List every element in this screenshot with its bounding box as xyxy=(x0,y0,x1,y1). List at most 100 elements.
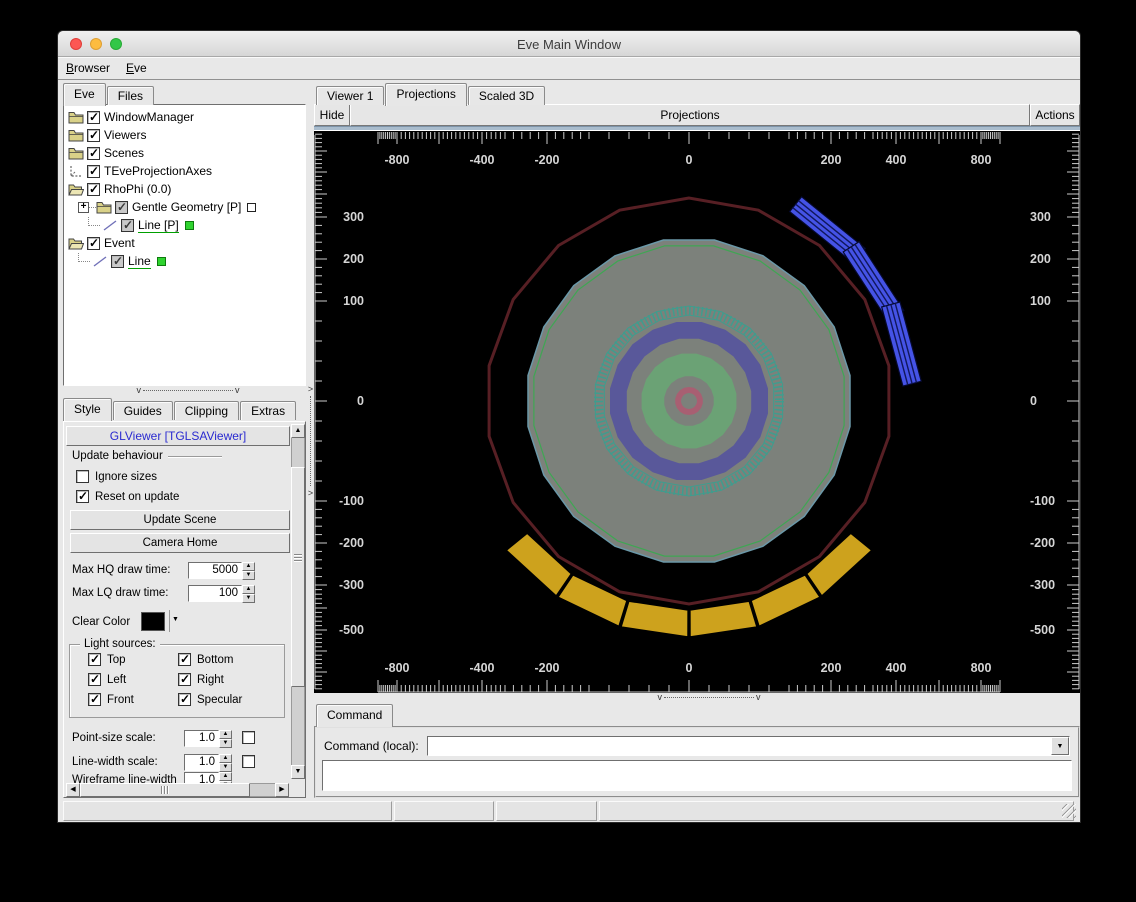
scroll-up-icon[interactable]: ▲ xyxy=(291,424,305,438)
projections-toolbar: Hide Projections Actions xyxy=(314,104,1080,126)
spin-down-icon[interactable]: ▼ xyxy=(219,763,232,772)
color-dropdown-icon[interactable]: ▼ xyxy=(172,616,179,623)
thumb-grip xyxy=(294,557,302,558)
light-source-top[interactable]: Top xyxy=(88,653,126,666)
reset-on-update-checkbox[interactable] xyxy=(76,490,89,503)
spin-up-icon[interactable]: ▲ xyxy=(219,730,232,739)
scrollbar-thumb[interactable] xyxy=(80,783,250,797)
expander-plus-icon[interactable]: + xyxy=(78,202,89,213)
spin-down-icon[interactable]: ▼ xyxy=(219,739,232,748)
menu-item-browser[interactable]: Browser xyxy=(58,57,118,79)
vertical-splitter[interactable]: >> xyxy=(307,83,314,798)
top-checkbox[interactable] xyxy=(88,653,101,666)
tree-checkbox[interactable] xyxy=(87,111,100,124)
clear-color-swatch[interactable] xyxy=(141,612,165,631)
horizontal-splitter[interactable]: vv xyxy=(654,692,764,702)
ignore-sizes-checkbox[interactable] xyxy=(76,470,89,483)
tab-scaled-3d[interactable]: Scaled 3D xyxy=(468,86,545,105)
command-combobox[interactable]: ▼ xyxy=(427,736,1070,756)
divider xyxy=(169,610,170,632)
tab-style[interactable]: Style xyxy=(63,398,112,421)
tab-eve[interactable]: Eve xyxy=(63,83,106,106)
right-checkbox[interactable] xyxy=(178,673,191,686)
point-size-scale-extra-checkbox[interactable] xyxy=(242,731,255,744)
tree-item-viewers[interactable]: Viewers xyxy=(64,126,305,144)
menu-item-eve[interactable]: Eve xyxy=(118,57,155,79)
tree-item-gentle-geometry-p[interactable]: +Gentle Geometry [P] xyxy=(64,198,305,216)
left-panel: EveFiles WindowManagerViewersScenesTEveP… xyxy=(63,83,306,798)
spin-up-icon[interactable]: ▲ xyxy=(242,585,255,594)
tab-guides[interactable]: Guides xyxy=(113,401,173,420)
checkbox-row-reset-on-update[interactable]: Reset on update xyxy=(76,490,179,503)
tree-checkbox[interactable] xyxy=(115,201,128,214)
tree-item-rhophi-0-0[interactable]: RhoPhi (0.0) xyxy=(64,180,305,198)
tree-item-label: Line xyxy=(128,254,151,269)
tree-checkbox[interactable] xyxy=(87,237,100,250)
tree-checkbox[interactable] xyxy=(87,147,100,160)
hide-button[interactable]: Hide xyxy=(314,104,350,126)
green-square-icon xyxy=(185,221,194,230)
left-checkbox[interactable] xyxy=(88,673,101,686)
update-scene-button[interactable]: Update Scene xyxy=(70,510,290,530)
spin-down-icon[interactable]: ▼ xyxy=(242,571,255,580)
spin-up-icon[interactable]: ▲ xyxy=(242,562,255,571)
tree-checkbox[interactable] xyxy=(87,183,100,196)
tab-extras[interactable]: Extras xyxy=(240,401,296,420)
actions-button[interactable]: Actions xyxy=(1030,104,1080,126)
tree-checkbox[interactable] xyxy=(111,255,124,268)
front-checkbox[interactable] xyxy=(88,693,101,706)
scroll-down-icon[interactable]: ▼ xyxy=(291,765,305,779)
light-source-specular[interactable]: Specular xyxy=(178,693,242,706)
line-width-scale-extra-checkbox[interactable] xyxy=(242,755,255,768)
light-source-left[interactable]: Left xyxy=(88,673,126,686)
tab-command[interactable]: Command xyxy=(316,704,393,727)
splitter-chevron-icon: > xyxy=(308,384,313,394)
point-size-scale-field[interactable]: 1.0 xyxy=(184,730,219,747)
max-hq-draw-time-spinner[interactable]: ▲▼ xyxy=(242,562,255,579)
tab-clipping[interactable]: Clipping xyxy=(174,401,239,420)
light-source-bottom[interactable]: Bottom xyxy=(178,653,233,666)
tree-item-scenes[interactable]: Scenes xyxy=(64,144,305,162)
line-width-scale-spinner[interactable]: ▲▼ xyxy=(219,754,232,771)
combo-dropdown-button[interactable]: ▼ xyxy=(1051,737,1069,755)
tree-checkbox[interactable] xyxy=(87,129,100,142)
bottom-checkbox[interactable] xyxy=(178,653,191,666)
command-input[interactable] xyxy=(429,738,1050,754)
tree-checkbox[interactable] xyxy=(121,219,134,232)
title-bar[interactable]: Eve Main Window xyxy=(58,31,1080,57)
checkbox-row-ignore-sizes[interactable]: Ignore sizes xyxy=(76,470,157,483)
tab-projections[interactable]: Projections xyxy=(385,83,466,106)
max-lq-draw-time-spinner[interactable]: ▲▼ xyxy=(242,585,255,602)
resize-grip-icon[interactable] xyxy=(1062,804,1076,818)
projection-viewport[interactable]: -800-800-400-400-200-2000020020040040080… xyxy=(314,131,1080,693)
scene-tree[interactable]: WindowManagerViewersScenesTEveProjection… xyxy=(63,104,306,386)
tab-files[interactable]: Files xyxy=(107,86,154,105)
tree-checkbox[interactable] xyxy=(87,165,100,178)
specular-checkbox[interactable] xyxy=(178,693,191,706)
tree-item-line-p[interactable]: Line [P] xyxy=(64,216,305,234)
line-width-scale-field[interactable]: 1.0 xyxy=(184,754,219,771)
tree-item-event[interactable]: Event xyxy=(64,234,305,252)
horizontal-splitter[interactable]: vv xyxy=(83,385,293,395)
spin-down-icon[interactable]: ▼ xyxy=(242,594,255,603)
scroll-left-icon[interactable]: ◀ xyxy=(66,783,80,797)
svg-text:-500: -500 xyxy=(339,623,364,637)
scroll-right-icon[interactable]: ▶ xyxy=(275,783,289,797)
light-source-front[interactable]: Front xyxy=(88,693,134,706)
max-lq-draw-time-field[interactable]: 100 xyxy=(188,585,242,602)
tree-item-windowmanager[interactable]: WindowManager xyxy=(64,108,305,126)
line-icon xyxy=(92,255,108,268)
tree-item-teveprojectionaxes[interactable]: TEveProjectionAxes xyxy=(64,162,305,180)
camera-home-button[interactable]: Camera Home xyxy=(70,533,290,553)
point-size-scale-spinner[interactable]: ▲▼ xyxy=(219,730,232,747)
glviewer-button[interactable]: GLViewer [TGLSAViewer] xyxy=(66,426,290,446)
command-output[interactable] xyxy=(322,760,1072,791)
tab-viewer-1[interactable]: Viewer 1 xyxy=(316,86,384,105)
spin-up-icon[interactable]: ▲ xyxy=(219,772,232,781)
light-source-right[interactable]: Right xyxy=(178,673,224,686)
splitter-chevron-icon: v xyxy=(756,692,761,702)
scrollbar-thumb[interactable] xyxy=(291,467,305,687)
tree-item-line[interactable]: Line xyxy=(64,252,305,270)
spin-up-icon[interactable]: ▲ xyxy=(219,754,232,763)
max-hq-draw-time-field[interactable]: 5000 xyxy=(188,562,242,579)
